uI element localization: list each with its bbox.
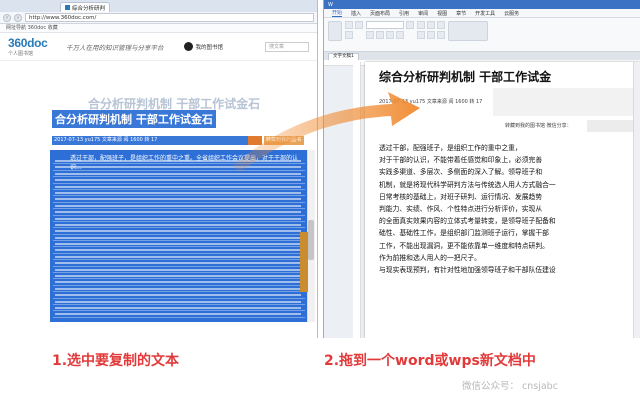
site-slogan: 千万人在用的知识管理与分享平台 [66,43,164,52]
tab-favicon-icon [65,5,70,10]
underline-button[interactable] [386,31,394,39]
wps-doc-tab[interactable]: 文字文稿1 [328,52,359,60]
pasted-body: 透过干部，配强班子，是组织工作的重中之重， 对于干部的认识，不能带着任感觉和印象上… [379,142,631,276]
browser-scroll-thumb[interactable] [308,220,314,260]
wps-menu-bar: 开始 插入 页面布局 引用 审阅 视图 章节 开发工具 云服务 [324,9,640,18]
pasted-paragraph-line: 与现实表现预判，有针对性地加强领导班子和干部队伍建设 [379,266,556,275]
share-icon[interactable] [248,136,262,145]
favorites-bar[interactable]: 网址导航 360doc 收藏 [0,24,317,33]
wps-menu-item[interactable]: 审阅 [418,10,428,17]
forward-button[interactable]: › [14,13,22,22]
site-logo[interactable]: 360doc 个人图书馆 [8,36,56,57]
pasted-share-text: 转藏到我的图书馆 微信分享： [505,123,572,129]
align-left-button[interactable] [417,31,425,39]
wps-ribbon [324,18,640,52]
share-button[interactable]: 转藏到我的图书馆 [264,136,304,152]
copy-button[interactable] [355,21,363,29]
back-button[interactable]: ‹ [3,13,11,22]
pasted-paragraph-line: 作为前推和选人用人的一把尺子。 [379,253,481,262]
wps-menu-item[interactable]: 插入 [351,10,361,17]
wps-menu-item[interactable]: 开发工具 [475,10,495,17]
side-toolbar[interactable] [300,232,308,292]
vertical-ruler [353,62,361,338]
wps-title-bar: W [324,0,640,9]
browser-tab-strip: 综合分析研判 [0,0,317,12]
browser-tab[interactable]: 综合分析研判 [60,2,111,12]
step1-caption: 1.选中要复制的文本 [52,353,180,369]
pasted-paragraph-line: 日常考核的基础上，对班子研判、运行情况、发展趋势 [379,192,543,201]
my-library-label: 我的图书馆 [195,44,224,51]
italic-button[interactable] [376,31,384,39]
my-library-link[interactable]: 我的图书馆 [183,42,224,51]
wps-menu-item[interactable]: 引用 [399,10,409,17]
pasted-meta: 2017-07-13 yu175 文章来源 阅 1600 转 17 [379,99,483,105]
font-family-select[interactable] [366,21,404,29]
wps-scrollbar[interactable] [633,62,640,338]
pasted-paragraph-line: 工作，不能出现漏洞，更不能依靠单一维度和特点研判。 [379,241,549,250]
wechat-account-watermark: 微信公众号： cnsjabc [462,381,558,392]
step2-caption: 2.拖到一个word或wps新文档中 [324,353,536,369]
avatar [183,42,193,51]
doc-title-selected[interactable]: 合分析研判机制 干部工作试金石 [52,110,216,128]
selected-text-block[interactable]: 透过干部，配强班子，是组织工作的重中之重。全省组织工作会议提出，对于干部的认识.… [50,150,308,322]
cut-button[interactable] [345,21,353,29]
site-logo-text: 360doc [8,36,48,50]
wps-menu-item[interactable]: 开始 [332,9,343,17]
pasted-paragraph-line: 的全面真实效果内容的立体式考量转变，是领导班子配备和 [379,217,556,226]
pasted-paragraph-line: 机制，就是将现代科学研判方法与传统选人用人方式融合一 [379,180,556,189]
bullet-list-button[interactable] [417,21,425,29]
pasted-title: 综合分析研判机制 干部工作试金 [379,70,552,84]
pasted-placeholder-block [493,88,640,116]
pasted-paragraph-line: 判能力、实绩、作风、个性特点进行分析评价，实现从 [379,205,543,214]
wps-app-icon[interactable]: W [328,2,333,8]
pasted-paragraph-line: 实践多渠道、多层次、多侧面的深入了解。领导班子和 [379,168,543,177]
doc-meta-selected[interactable]: 2017-07-13 yu175 文章来源 阅 1600 转 17 [52,136,252,145]
document-page[interactable]: 综合分析研判机制 干部工作试金 2017-07-13 yu175 文章来源 阅 … [365,62,640,338]
font-size-select[interactable] [406,21,414,29]
align-center-button[interactable] [427,31,435,39]
pasted-paragraph-line: 透过干部，配强班子，是组织工作的重中之重， [379,144,522,152]
address-bar: ‹ › http://www.360doc.com/ [0,12,317,24]
wps-menu-item[interactable]: 视图 [437,10,447,17]
pasted-paragraph-line: 础性、基础性工作，是组织部门监测班子运行，掌握干部 [379,229,549,238]
paste-button[interactable] [328,21,342,41]
bold-button[interactable] [366,31,374,39]
search-input[interactable]: 搜文章 [265,41,309,52]
wps-menu-item[interactable]: 章节 [456,10,466,17]
indent-button[interactable] [437,21,445,29]
format-painter-button[interactable] [345,31,353,39]
pasted-paragraph-line: 对于干部的认识，不能带着任感觉和印象上，必须完善 [379,156,543,165]
site-logo-subtext: 个人图书馆 [8,51,34,57]
wps-menu-item[interactable]: 页面布局 [370,10,390,17]
style-gallery[interactable] [448,21,488,41]
font-color-button[interactable] [396,31,404,39]
tab-label: 综合分析研判 [72,5,106,12]
align-right-button[interactable] [437,31,445,39]
url-input[interactable]: http://www.360doc.com/ [25,13,314,22]
number-list-button[interactable] [427,21,435,29]
wps-doc-tabs: 文字文稿1 [324,52,640,60]
site-header: 360doc 个人图书馆 千万人在用的知识管理与分享平台 我的图书馆 搜文章 [0,33,317,61]
wps-menu-item[interactable]: 云服务 [504,10,519,17]
